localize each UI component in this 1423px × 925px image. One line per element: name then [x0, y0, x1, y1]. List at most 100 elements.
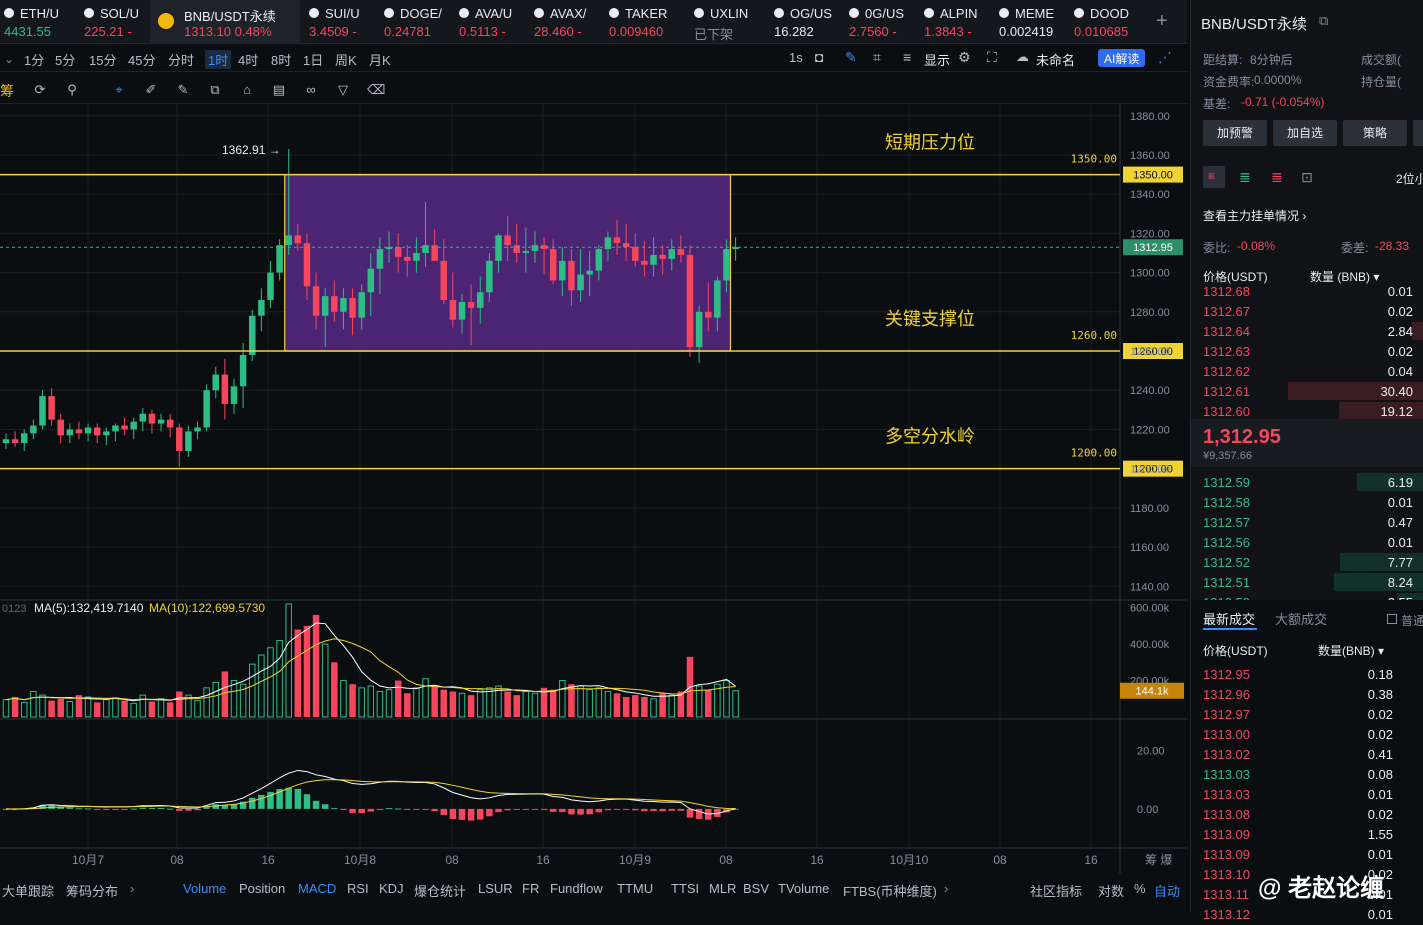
watchlist-button[interactable]: 加自选 [1273, 120, 1337, 146]
ask-row[interactable]: 1312.62 0.04 [1203, 361, 1413, 381]
cursor-icon[interactable]: ⌖ [111, 82, 127, 98]
filter-icon[interactable]: ▽ [335, 82, 351, 98]
magnet-icon[interactable]: ⚲ [64, 82, 80, 98]
bid-row[interactable]: 1312.59 6.19 [1203, 472, 1423, 492]
ticker-tab[interactable]: ETH/U 4431.55 [0, 0, 75, 44]
copy-icon[interactable]: ⧉ [1319, 13, 1328, 29]
indicator-tab[interactable]: RSI [347, 881, 369, 896]
interval-option[interactable]: 8时 [271, 50, 291, 69]
strategy-button[interactable]: 策略 [1343, 120, 1407, 146]
interval-option[interactable]: 5分 [55, 50, 75, 69]
bid-row[interactable]: 1312.58 0.01 [1203, 492, 1413, 512]
indicator-tab[interactable]: BSV [743, 881, 769, 896]
settings-icon[interactable]: ⚙ [958, 49, 971, 66]
book-trades-icon[interactable]: ⊡ [1301, 169, 1313, 186]
percent-toggle[interactable]: % [1134, 881, 1146, 896]
link-icon[interactable]: ∞ [303, 82, 319, 98]
book-both-icon[interactable]: ≡ [1203, 166, 1225, 188]
lock-icon[interactable]: ⌂ [239, 82, 255, 98]
ticker-tab[interactable]: BNB/USDT永续 1313.10 0.48% [150, 0, 300, 44]
tab-large-trades[interactable]: 大额成交 [1275, 609, 1327, 628]
share-icon[interactable]: ⋰ [1158, 49, 1172, 66]
ask-row[interactable]: 1312.63 0.02 [1203, 341, 1413, 361]
book-bids-icon[interactable]: ≣ [1239, 169, 1251, 186]
interval-option[interactable]: 15分 [89, 50, 116, 69]
community-indicator[interactable]: 社区指标 [1030, 881, 1082, 900]
pencil-icon[interactable]: ✎ [845, 49, 857, 66]
interval-option[interactable]: 周K [335, 50, 357, 69]
ticker-tab[interactable]: OG/US 16.282 [770, 0, 845, 44]
trash-icon[interactable]: ⌫ [367, 82, 385, 98]
indicator-tab[interactable]: TTSI [671, 881, 699, 896]
interval-option[interactable]: 月K [369, 50, 391, 69]
trades-col-qty[interactable]: 数量(BNB) ▾ [1318, 642, 1384, 659]
add-tab-icon[interactable]: + [1156, 10, 1168, 33]
layout-name[interactable]: 未命名 [1036, 50, 1075, 69]
interval-option[interactable]: 分时 [168, 50, 194, 69]
alert-button[interactable]: 加预警 [1203, 120, 1267, 146]
sync-icon[interactable]: ⟳ [32, 82, 48, 98]
interval-option[interactable]: 1日 [303, 50, 323, 69]
indicator-tab[interactable]: Position [239, 881, 285, 896]
crop-icon[interactable]: ⌗ [873, 49, 881, 66]
chevron-right-icon[interactable]: › [944, 881, 948, 896]
indicator-tab[interactable]: 筹码分布 [66, 881, 118, 900]
menu-icon[interactable]: ≡ [903, 49, 911, 65]
interval-option[interactable]: 1分 [24, 50, 44, 69]
indicator-tab[interactable]: LSUR [478, 881, 513, 896]
depth-link[interactable]: 查看主力挂单情况 › [1203, 207, 1306, 224]
ticker-tab[interactable]: DOOD 0.010685 [1070, 0, 1145, 44]
indicator-tab[interactable]: 爆仓统计 [414, 881, 466, 900]
chevron-right-icon[interactable]: › [130, 881, 134, 896]
ticker-tab[interactable]: TAKER 0.009460 [605, 0, 680, 44]
bid-row[interactable]: 1312.52 7.77 [1203, 552, 1423, 572]
ask-row[interactable]: 1312.68 0.01 [1203, 281, 1413, 301]
bid-row[interactable]: 1312.56 0.01 [1203, 532, 1413, 552]
ticker-tab[interactable]: DOGE/0.24781 [380, 0, 455, 44]
display-button[interactable]: 显示 [924, 50, 950, 69]
log-toggle[interactable]: 对数 [1098, 881, 1124, 900]
camera-icon[interactable]: ◘ [815, 49, 823, 65]
indicator-tab[interactable]: Volume [183, 881, 226, 896]
indicator-tab[interactable]: MACD [298, 881, 336, 896]
ask-row[interactable]: 1312.60 19.12 [1203, 401, 1423, 421]
ticker-tab[interactable]: MEME 0.002419 [995, 0, 1070, 44]
secs-label[interactable]: 1s [789, 50, 803, 65]
ticker-tab[interactable]: AVA/U 0.5113 - [455, 0, 530, 44]
interval-option[interactable]: 1时 [205, 50, 232, 69]
ticker-tab[interactable]: ALPIN 1.3843 - [920, 0, 995, 44]
indicator-tab[interactable]: FR [522, 881, 539, 896]
bid-row[interactable]: 1312.57 0.47 [1203, 512, 1413, 532]
fullscreen-icon[interactable]: ⛶ [987, 49, 997, 66]
ticker-tab[interactable]: UXLIN 已下架 [690, 0, 765, 44]
ticker-tab[interactable]: SOL/U 225.21 - [80, 0, 155, 44]
indicator-tab[interactable]: MLR [709, 881, 736, 896]
ticker-tab[interactable]: AVAX/28.460 - [530, 0, 605, 44]
pen-icon[interactable]: ✐ [143, 82, 159, 98]
chevron-down-icon[interactable]: ⌄ [4, 52, 14, 66]
pattern-icon[interactable]: ⧉ [207, 82, 223, 98]
precision-select[interactable]: 2位小 [1396, 170, 1423, 187]
indicator-tab[interactable]: TTMU [617, 881, 653, 896]
book-asks-icon[interactable]: ≣ [1271, 169, 1283, 186]
ai-button[interactable]: AI解读 [1098, 49, 1146, 67]
ticker-tab[interactable]: SUI/U 3.4509 - [305, 0, 380, 44]
more-button[interactable] [1413, 120, 1423, 146]
ask-row[interactable]: 1312.61 30.40 [1203, 381, 1423, 401]
brush-icon[interactable]: ✎ [175, 82, 191, 98]
indicator-tab[interactable]: KDJ [379, 881, 404, 896]
ticker-tab[interactable]: 0G/US 2.7560 - [845, 0, 920, 44]
normal-checkbox[interactable] [1387, 614, 1397, 624]
bid-row[interactable]: 1312.51 8.24 [1203, 572, 1423, 592]
note-icon[interactable]: ▤ [271, 82, 287, 98]
interval-option[interactable]: 45分 [128, 50, 155, 69]
interval-option[interactable]: 4时 [238, 50, 258, 69]
price-chart[interactable]: 1362.91 → 1350.00 1350.00 短期压力位 1260.00 1260.… [0, 104, 1187, 874]
indicator-tab[interactable]: FTBS(币种维度) [843, 881, 937, 900]
indicator-tab[interactable]: TVolume [778, 881, 829, 896]
auto-toggle[interactable]: 自动 [1154, 881, 1180, 900]
indicator-tab[interactable]: 大单跟踪 [2, 881, 54, 900]
ask-row[interactable]: 1312.67 0.02 [1203, 301, 1413, 321]
indicator-tab[interactable]: Fundflow [550, 881, 603, 896]
ask-row[interactable]: 1312.64 2.84 [1203, 321, 1423, 341]
